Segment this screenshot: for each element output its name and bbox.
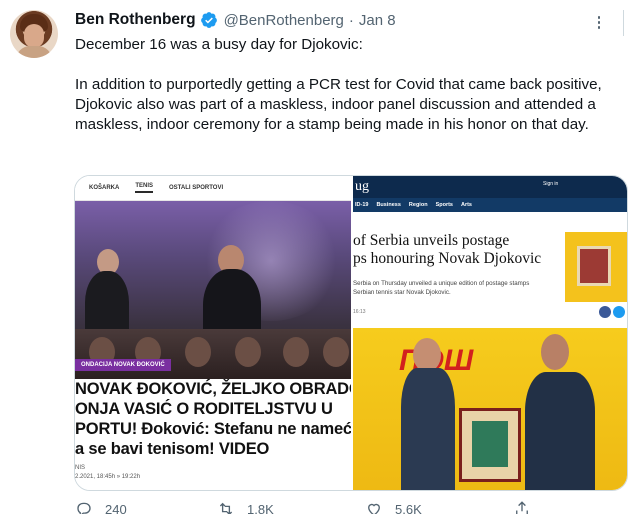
facebook-icon	[599, 306, 611, 318]
sign-in-link: Sign in	[543, 181, 559, 187]
author-handle[interactable]: @BenRothenberg	[224, 12, 344, 29]
person-head	[413, 338, 441, 372]
heart-icon	[368, 503, 380, 514]
framed-stamp	[459, 408, 521, 482]
header-divider	[623, 10, 624, 36]
tweet-media: KOŠARKA TENIS OSTALI SPORTOVI ONDACIJA N…	[74, 175, 628, 491]
like-button[interactable]: 5.6K	[365, 500, 422, 514]
reply-button[interactable]: 240	[75, 500, 127, 514]
article-thumbnail	[565, 232, 627, 302]
article-meta: NIS 2.2021, 18:45h » 19:22h	[75, 464, 140, 482]
media-image-left[interactable]: KOŠARKA TENIS OSTALI SPORTOVI ONDACIJA N…	[75, 176, 351, 490]
lede-line: Serbian tennis star Novak Djokovic.	[353, 289, 451, 296]
twitter-icon	[613, 306, 625, 318]
site-nav: ID-19 Business Region Sports Arts	[353, 198, 627, 212]
site-header: ug Sign in	[353, 176, 627, 198]
verified-badge-icon	[200, 12, 217, 28]
avatar-shirt	[16, 46, 52, 58]
meta-author: NIS	[75, 465, 86, 471]
retweet-button[interactable]: 1.8K	[217, 500, 274, 514]
panel-photo	[75, 201, 351, 379]
author-name[interactable]: Ben Rothenberg	[75, 11, 196, 29]
tweet-date[interactable]: Jan 8	[359, 12, 396, 29]
nav-item: ID-19	[355, 202, 369, 208]
tweet-header: Ben Rothenberg @BenRothenberg · Jan 8	[75, 9, 396, 31]
tweet-text-paragraph-2: In addition to purportedly getting a PCR…	[75, 76, 602, 133]
headline-line: ps honouring Novak Djokovic	[353, 250, 542, 267]
share-buttons	[599, 306, 625, 318]
author-avatar[interactable]	[10, 10, 58, 58]
share-button[interactable]	[513, 500, 531, 514]
more-options-icon[interactable]	[587, 10, 611, 34]
person-body	[401, 368, 455, 490]
stamp-ceremony-photo: ПОШ	[353, 328, 627, 490]
tweet-actions: 240 1.8K 5.6K	[75, 500, 635, 514]
reply-count: 240	[105, 501, 127, 514]
article-headline: NOVAK ĐOKOVIĆ, ŽELJKO OBRADOVIĆ ONJA VAS…	[75, 379, 351, 459]
nav-item: Business	[376, 202, 401, 208]
article-nav: KOŠARKA TENIS OSTALI SPORTOVI	[75, 176, 351, 201]
headline-line: ONJA VASIĆ O RODITELJSTVU U	[75, 400, 333, 418]
article-tag: ONDACIJA NOVAK ĐOKOVIĆ	[75, 359, 171, 371]
lede-line: Serbia on Thursday unveiled a unique edi…	[353, 280, 530, 287]
nav-item: Sports	[435, 202, 453, 208]
tweet[interactable]: Ben Rothenberg @BenRothenberg · Jan 8 De…	[0, 0, 640, 514]
person-head	[541, 334, 569, 370]
retweet-count: 1.8K	[247, 501, 274, 514]
nav-item-active: TENIS	[135, 183, 154, 193]
headline-line: PORTU! Đoković: Stefanu ne nameće	[75, 420, 351, 438]
reply-icon	[77, 502, 91, 514]
headline-line: NOVAK ĐOKOVIĆ, ŽELJKO OBRADOVIĆ	[75, 380, 351, 398]
audience	[75, 329, 351, 379]
avatar-face	[24, 24, 44, 48]
headline-line: a se bavi tenisom! VIDEO	[75, 440, 270, 458]
nav-item: KOŠARKA	[89, 185, 120, 191]
nav-item: Arts	[460, 202, 472, 208]
person-body	[525, 372, 595, 490]
article-lede: Serbia on Thursday unveiled a unique edi…	[353, 279, 558, 297]
article-headline: of Serbia unveils postage ps honouring N…	[353, 232, 558, 268]
retweet-icon	[219, 502, 233, 514]
site-logo: ug	[355, 179, 369, 194]
media-image-right[interactable]: ug Sign in ID-19 Business Region Sports …	[353, 176, 627, 490]
headline-line: of Serbia unveils postage	[353, 232, 510, 249]
share-icon	[516, 501, 528, 514]
like-count: 5.6K	[395, 501, 422, 514]
header-separator: ·	[348, 11, 354, 29]
tweet-text: December 16 was a busy day for Djokovic:…	[75, 35, 625, 135]
tweet-text-line-1: December 16 was a busy day for Djokovic:	[75, 36, 363, 53]
article-time: 16:13	[353, 309, 366, 315]
nav-item: Region	[408, 202, 428, 208]
nav-item: OSTALI SPORTOVI	[169, 185, 224, 191]
meta-time: 2.2021, 18:45h » 19:22h	[75, 474, 141, 480]
